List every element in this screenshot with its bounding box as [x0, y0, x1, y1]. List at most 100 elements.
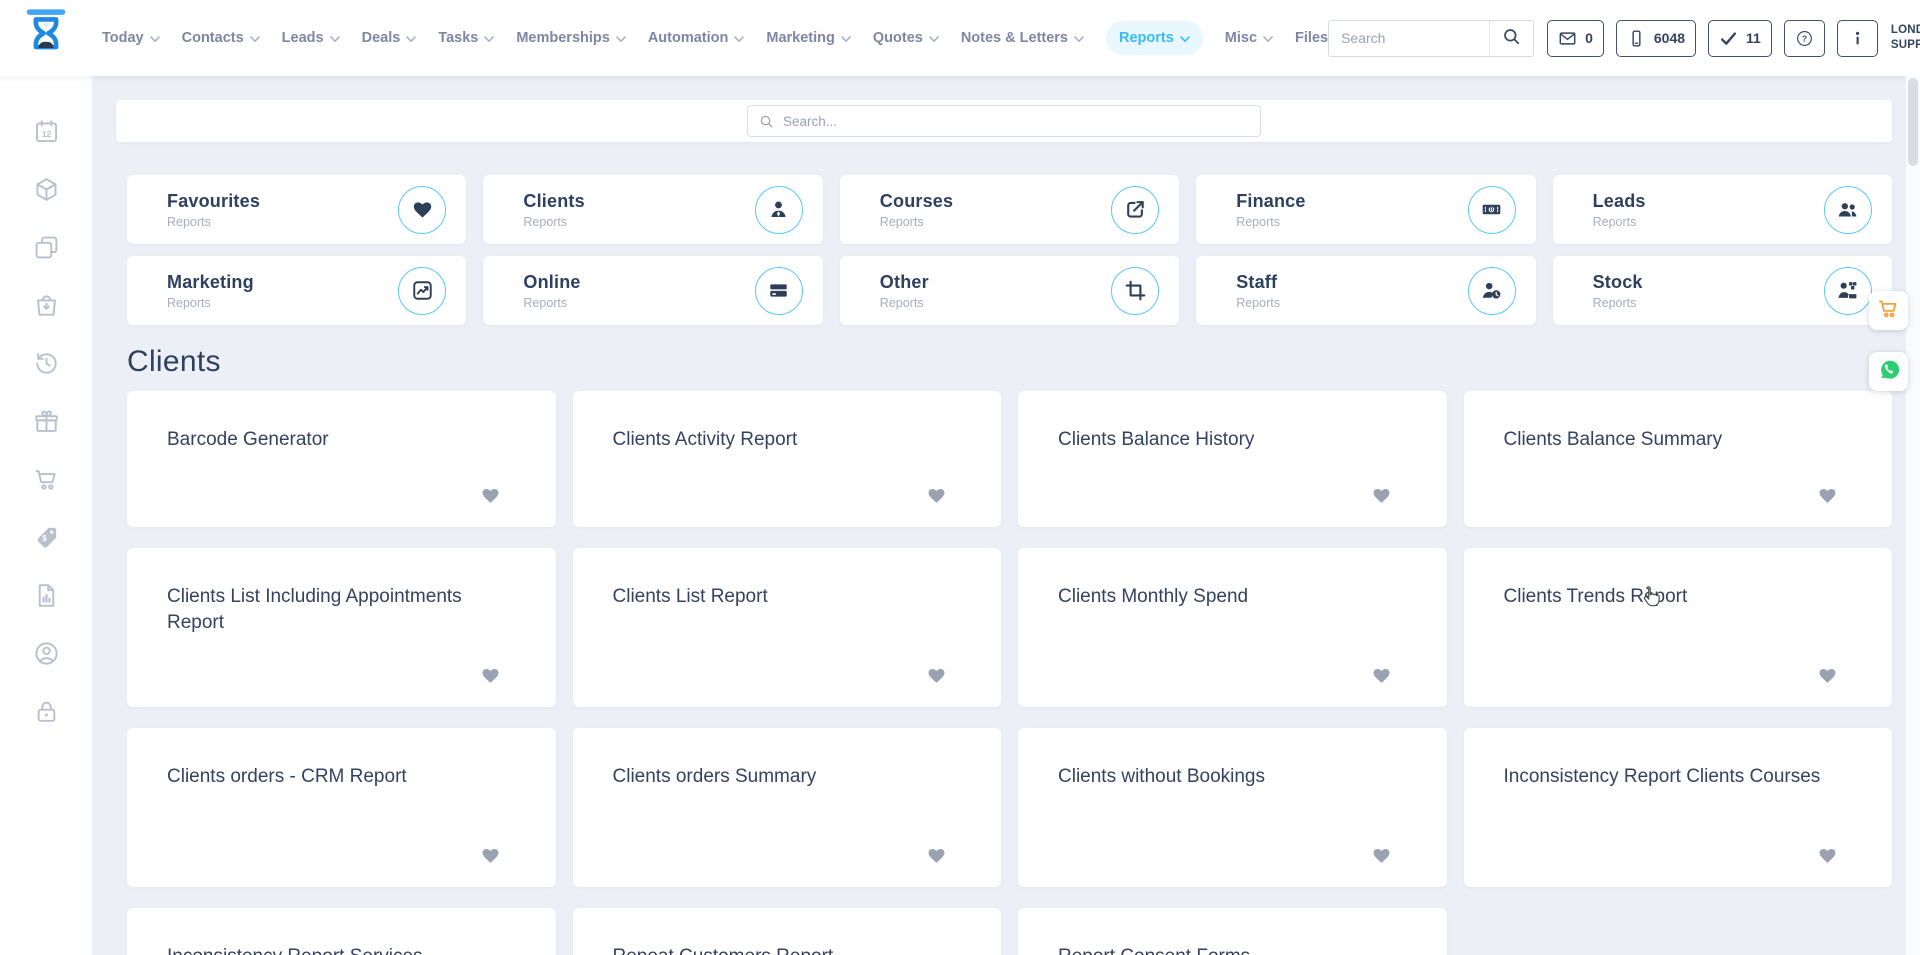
left-sidebar: 12 $: [0, 76, 92, 955]
report-card-clients-activity-report[interactable]: Clients Activity Report: [573, 391, 1002, 527]
check-icon: [1719, 29, 1738, 48]
badge-help[interactable]: ?: [1784, 20, 1825, 57]
report-card-clients-without-bookings[interactable]: Clients without Bookings: [1018, 728, 1447, 887]
category-card-stock[interactable]: StockReports: [1553, 256, 1892, 325]
category-card-courses[interactable]: CoursesReports: [840, 175, 1179, 244]
sidebar-item-user-circle[interactable]: [33, 640, 60, 667]
report-card-inconsistency-report-clients-courses[interactable]: Inconsistency Report Clients Courses: [1464, 728, 1893, 887]
category-text: CoursesReports: [880, 191, 953, 229]
report-card-clients-list-including-appointments-report[interactable]: Clients List Including Appointments Repo…: [127, 548, 556, 707]
nav-item-contacts[interactable]: Contacts: [182, 30, 260, 46]
report-card-report-consent-forms[interactable]: Report Consent Forms: [1018, 908, 1447, 955]
nav-item-automation[interactable]: Automation: [648, 30, 745, 46]
category-card-marketing[interactable]: MarketingReports: [127, 256, 466, 325]
category-card-finance[interactable]: FinanceReports0: [1196, 175, 1535, 244]
badge-info[interactable]: [1837, 20, 1878, 57]
nav-item-reports[interactable]: Reports: [1106, 21, 1203, 55]
sidebar-item-cart[interactable]: [33, 466, 60, 493]
nav-item-files[interactable]: Files: [1295, 30, 1328, 46]
report-title: Clients Trends Report: [1504, 584, 1836, 610]
nav-item-today[interactable]: Today: [102, 30, 160, 46]
category-card-leads[interactable]: LeadsReports: [1553, 175, 1892, 244]
nav-item-marketing[interactable]: Marketing: [766, 30, 851, 46]
sidebar-item-tag[interactable]: $: [33, 524, 60, 551]
report-card-clients-list-report[interactable]: Clients List Report: [573, 548, 1002, 707]
chevron-down-icon: [330, 34, 340, 43]
badge-check[interactable]: 11: [1708, 20, 1772, 57]
category-card-online[interactable]: OnlineReports: [483, 256, 822, 325]
category-text: StockReports: [1593, 272, 1643, 310]
favourite-heart-icon[interactable]: [1371, 665, 1393, 687]
report-card-clients-orders-summary[interactable]: Clients orders Summary: [573, 728, 1002, 887]
phone-icon: [1627, 29, 1646, 48]
sidebar-item-gift[interactable]: [33, 408, 60, 435]
report-card-clients-balance-summary[interactable]: Clients Balance Summary: [1464, 391, 1893, 527]
page-scrollbar: [1905, 76, 1920, 955]
favourite-heart-icon[interactable]: [480, 665, 502, 687]
crop-icon: [1111, 267, 1159, 315]
floating-whatsapp-button[interactable]: [1869, 352, 1908, 391]
report-card-clients-trends-report[interactable]: Clients Trends Report: [1464, 548, 1893, 707]
badge-phone[interactable]: 6048: [1616, 20, 1696, 57]
sidebar-item-bag[interactable]: [33, 292, 60, 319]
favourite-heart-icon[interactable]: [1816, 485, 1838, 507]
chevron-down-icon: [250, 34, 260, 43]
favourite-heart-icon[interactable]: [1371, 485, 1393, 507]
category-title: Clients: [523, 191, 584, 212]
report-title: Clients Balance Summary: [1504, 427, 1836, 453]
favourite-heart-icon[interactable]: [480, 485, 502, 507]
favourite-heart-icon[interactable]: [480, 845, 502, 867]
category-text: OnlineReports: [523, 272, 580, 310]
nav-item-leads[interactable]: Leads: [282, 30, 340, 46]
report-card-inconsistency-report-services[interactable]: Inconsistency Report Services: [127, 908, 556, 955]
favourite-heart-icon[interactable]: [925, 845, 947, 867]
nav-label: Notes & Letters: [961, 30, 1068, 46]
tag-icon: $: [33, 524, 60, 551]
favourite-heart-icon[interactable]: [1371, 845, 1393, 867]
account-menu[interactable]: LONDON SUPPORT: [1891, 15, 1920, 61]
favourite-heart-icon[interactable]: [925, 485, 947, 507]
report-card-clients-orders-crm-report[interactable]: Clients orders - CRM Report: [127, 728, 556, 887]
sidebar-item-report-doc[interactable]: [33, 582, 60, 609]
header-search: [1328, 20, 1534, 57]
section-title: Clients: [127, 345, 1892, 379]
nav-item-deals[interactable]: Deals: [362, 30, 417, 46]
category-title: Other: [880, 272, 929, 293]
badge-value: 11: [1746, 30, 1761, 46]
nav-item-tasks[interactable]: Tasks: [438, 30, 494, 46]
scrollbar-thumb[interactable]: [1908, 78, 1918, 166]
cart-icon: [33, 466, 60, 493]
category-text: FinanceReports: [1236, 191, 1305, 229]
header-search-button[interactable]: [1489, 21, 1533, 56]
badge-envelope[interactable]: 0: [1547, 20, 1604, 57]
sidebar-item-cube[interactable]: [33, 176, 60, 203]
favourite-heart-icon[interactable]: [925, 665, 947, 687]
app-logo[interactable]: [0, 7, 92, 70]
category-card-clients[interactable]: ClientsReports: [483, 175, 822, 244]
report-card-clients-monthly-spend[interactable]: Clients Monthly Spend: [1018, 548, 1447, 707]
nav-item-memberships[interactable]: Memberships: [516, 30, 625, 46]
favourite-heart-icon[interactable]: [1816, 845, 1838, 867]
nav-label: Files: [1295, 30, 1328, 46]
report-card-repeat-customers-report[interactable]: Repeat Customers Report: [573, 908, 1002, 955]
category-subtitle: Reports: [1593, 296, 1643, 310]
floating-cart-orange-button[interactable]: [1869, 291, 1908, 330]
nav-item-quotes[interactable]: Quotes: [873, 30, 939, 46]
sidebar-item-history[interactable]: [33, 350, 60, 377]
sidebar-item-copy[interactable]: [33, 234, 60, 261]
sidebar-item-lock[interactable]: [33, 698, 60, 725]
report-card-barcode-generator[interactable]: Barcode Generator: [127, 391, 556, 527]
category-card-staff[interactable]: StaffReports: [1196, 256, 1535, 325]
report-card-clients-balance-history[interactable]: Clients Balance History: [1018, 391, 1447, 527]
favourite-heart-icon[interactable]: [1816, 665, 1838, 687]
reports-search-input[interactable]: [783, 114, 1249, 129]
sidebar-item-calendar[interactable]: 12: [33, 118, 60, 145]
header-search-input[interactable]: [1329, 30, 1489, 46]
chart-icon: [398, 267, 446, 315]
nav-item-misc[interactable]: Misc: [1225, 30, 1273, 46]
nav-item-notes-letters[interactable]: Notes & Letters: [961, 30, 1084, 46]
gift-icon: [33, 408, 60, 435]
category-card-favourites[interactable]: FavouritesReports: [127, 175, 466, 244]
chevron-down-icon: [929, 34, 939, 43]
category-card-other[interactable]: OtherReports: [840, 256, 1179, 325]
